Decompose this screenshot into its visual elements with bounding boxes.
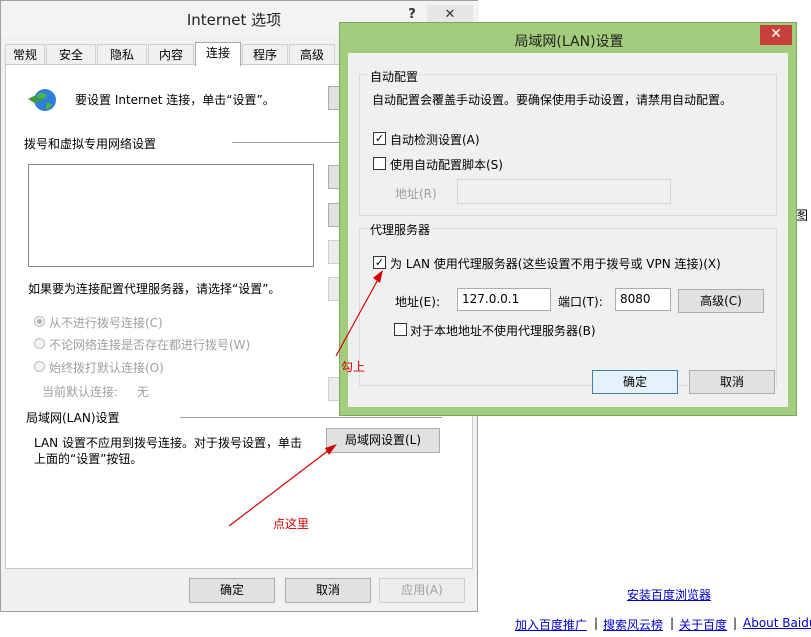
annotation-check-here: 勾上 bbox=[341, 360, 366, 374]
annotation-overlay bbox=[228, 270, 383, 527]
tab-connections[interactable]: 连接 bbox=[195, 42, 241, 66]
annotation-arrow-click bbox=[228, 444, 337, 527]
annotation-click-here: 点这里 bbox=[273, 517, 310, 531]
annotation-arrow-check bbox=[335, 270, 383, 357]
